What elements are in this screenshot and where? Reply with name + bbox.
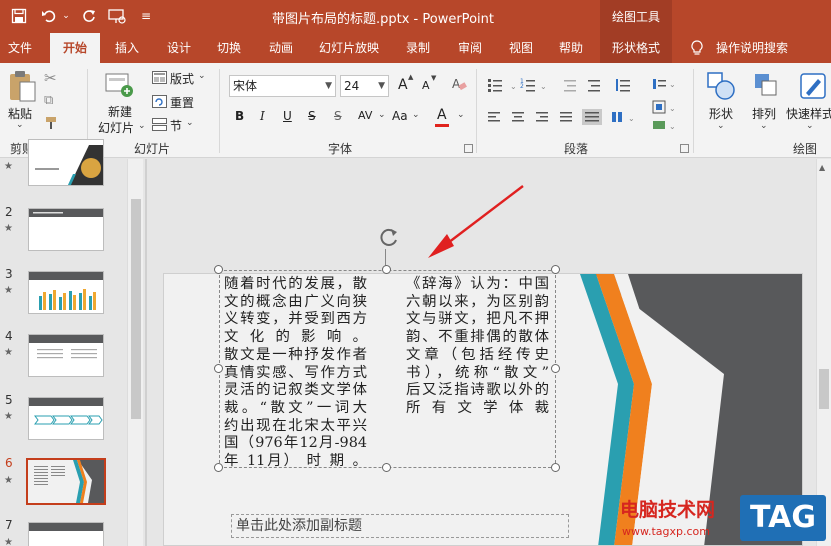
editor-scrollbar[interactable]: ▲	[816, 159, 831, 546]
watermark-url: www.tagxp.com	[622, 525, 710, 538]
watermark-badge: TAG	[740, 495, 826, 541]
scroll-up-icon[interactable]: ▲	[819, 163, 825, 172]
editor-scrollbar-thumb[interactable]	[819, 369, 829, 409]
annotation-arrow-icon	[428, 185, 524, 258]
watermark-text: 电脑技术网	[620, 499, 716, 521]
